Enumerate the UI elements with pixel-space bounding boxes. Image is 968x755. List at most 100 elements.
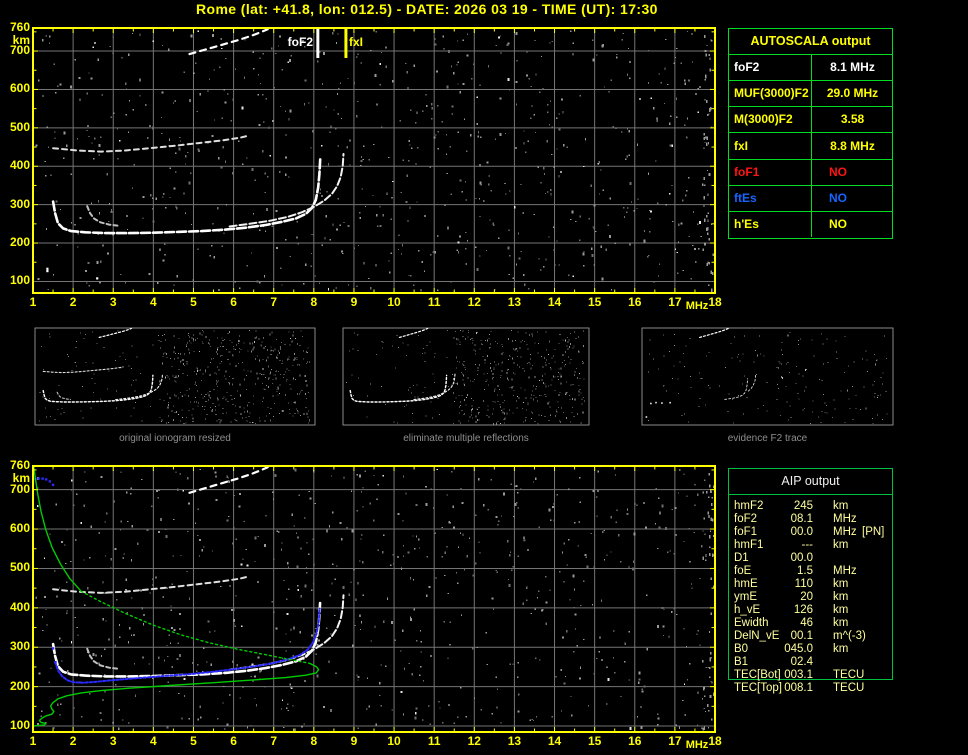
- noise-dot: [499, 97, 502, 100]
- noise-dot: [254, 560, 256, 563]
- noise-dot: [581, 398, 583, 400]
- noise-dot: [473, 349, 475, 351]
- noise-dot: [324, 237, 326, 240]
- noise-dot: [702, 727, 704, 731]
- noise-dot: [155, 197, 157, 200]
- noise-dot: [495, 364, 497, 366]
- noise-dot: [70, 641, 73, 644]
- x-tick-label: 3: [109, 295, 117, 309]
- noise-dot: [271, 601, 273, 603]
- noise-dot: [580, 604, 582, 607]
- noise-dot: [329, 594, 331, 597]
- noise-dot: [226, 519, 229, 522]
- noise-dot: [402, 555, 405, 557]
- noise-dot: [215, 406, 216, 407]
- noise-dot: [437, 105, 439, 107]
- noise-dot: [210, 406, 212, 408]
- noise-dot: [525, 74, 528, 77]
- noise-dot: [699, 577, 701, 580]
- noise-dot: [197, 718, 199, 721]
- noise-dot: [148, 273, 151, 275]
- noise-dot: [477, 131, 480, 134]
- noise-dot: [578, 385, 580, 386]
- noise-dot: [709, 694, 712, 698]
- x-tick-label: 10: [387, 295, 401, 309]
- noise-dot: [564, 339, 566, 342]
- noise-dot: [224, 101, 227, 104]
- noise-dot: [704, 141, 706, 144]
- noise-dot: [600, 659, 603, 662]
- noise-dot: [174, 358, 176, 360]
- noise-dot: [513, 348, 514, 350]
- noise-dot: [502, 411, 504, 414]
- x-tick-label: 14: [547, 734, 562, 748]
- noise-dot: [703, 147, 705, 150]
- x-tick-label: 9: [350, 295, 358, 309]
- noise-dot: [558, 371, 560, 373]
- noise-dot: [596, 496, 598, 498]
- aip-row-unit: km: [833, 591, 849, 603]
- noise-dot: [742, 353, 744, 355]
- noise-dot: [58, 384, 60, 386]
- noise-dot: [755, 349, 757, 351]
- noise-dot: [125, 359, 127, 361]
- noise-dot: [163, 193, 165, 195]
- noise-dot: [42, 629, 44, 632]
- noise-dot: [327, 163, 330, 166]
- noise-dot: [572, 574, 575, 578]
- noise-dot: [243, 76, 246, 79]
- noise-dot: [134, 694, 137, 697]
- noise-dot: [359, 216, 361, 220]
- noise-dot: [687, 79, 690, 82]
- noise-dot: [269, 333, 271, 336]
- noise-dot: [684, 714, 686, 716]
- noise-dot: [618, 534, 620, 537]
- noise-dot: [360, 160, 363, 162]
- noise-dot: [232, 660, 234, 663]
- noise-dot: [525, 397, 527, 400]
- noise-dot: [499, 422, 501, 424]
- noise-dot: [636, 207, 638, 210]
- noise-dot: [248, 402, 250, 404]
- noise-dot: [239, 351, 241, 353]
- noise-dot: [357, 582, 359, 585]
- noise-dot: [240, 563, 243, 566]
- noise-dot: [55, 92, 57, 94]
- noise-dot: [383, 534, 385, 536]
- noise-dot: [473, 697, 476, 699]
- noise-dot: [629, 182, 632, 185]
- noise-dot: [778, 361, 780, 363]
- noise-dot: [527, 363, 529, 364]
- noise-dot: [291, 513, 293, 516]
- noise-dot: [512, 277, 514, 279]
- noise-dot: [540, 269, 542, 271]
- noise-dot: [104, 691, 106, 693]
- noise-dot: [671, 508, 673, 511]
- noise-dot: [227, 358, 229, 360]
- noise-dot: [199, 705, 201, 708]
- noise-dot: [180, 554, 182, 557]
- noise-dot: [543, 382, 544, 385]
- noise-dot: [518, 693, 520, 696]
- noise-dot: [571, 412, 573, 414]
- noise-dot: [327, 288, 330, 291]
- noise-dot: [776, 398, 778, 400]
- noise-dot: [712, 253, 714, 256]
- noise-dot: [467, 336, 469, 338]
- noise-dot: [224, 160, 227, 163]
- noise-dot: [165, 535, 168, 539]
- noise-dot: [231, 398, 233, 400]
- noise-dot: [600, 599, 603, 602]
- noise-dot: [420, 651, 422, 653]
- noise-dot: [518, 366, 520, 368]
- noise-dot: [555, 676, 557, 678]
- noise-dot: [512, 340, 513, 342]
- noise-dot: [467, 376, 469, 379]
- noise-dot: [325, 106, 327, 108]
- noise-dot: [569, 362, 571, 364]
- ionogram-trace: [54, 607, 321, 684]
- noise-dot: [509, 663, 511, 665]
- noise-dot: [563, 360, 565, 362]
- noise-dot: [292, 331, 294, 333]
- noise-dot: [287, 703, 289, 705]
